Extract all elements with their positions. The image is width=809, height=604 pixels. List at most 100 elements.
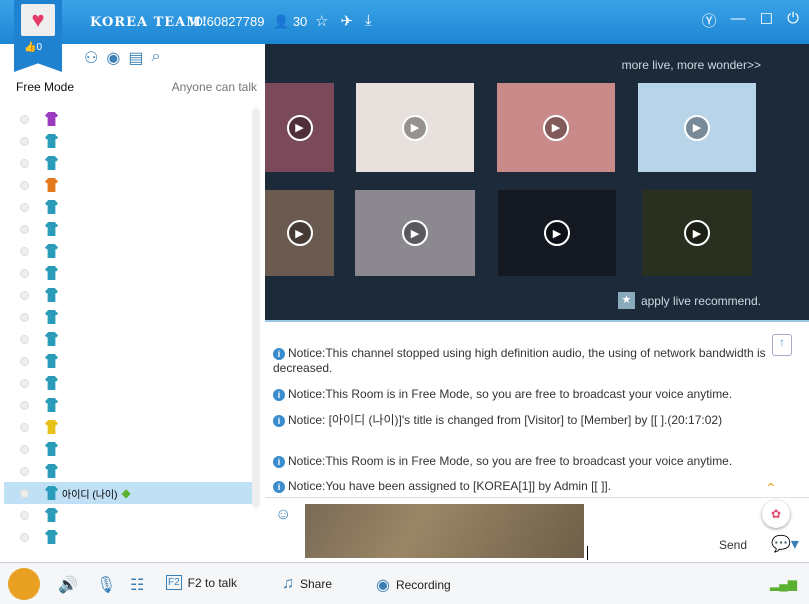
user-list-item[interactable]	[4, 328, 252, 350]
live-thumbnail[interactable]: ▶	[642, 190, 752, 276]
user-count: 👤 30	[273, 14, 308, 29]
user-list-item[interactable]	[4, 262, 252, 284]
message-input[interactable]: ☺ ✿ Send 💬▾	[265, 497, 809, 562]
title-bar: KOREA TEAM! ID 60827789 👤 30 ☆ ✈ ⤓ Ⓨ — ☐…	[0, 0, 809, 44]
user-list-item[interactable]	[4, 416, 252, 438]
live-thumbnail[interactable]: ▶	[497, 83, 615, 172]
user-list-item[interactable]	[4, 108, 252, 130]
user-list-item[interactable]	[4, 130, 252, 152]
play-icon: ▶	[402, 220, 428, 246]
member-shirt-icon	[45, 178, 58, 192]
member-shirt-icon	[45, 486, 58, 500]
user-list-item[interactable]	[4, 306, 252, 328]
emoji-font-icon[interactable]: ☺	[275, 506, 291, 524]
user-name: 아이디 (나이)	[62, 489, 118, 501]
user-list-item[interactable]	[4, 240, 252, 262]
minimize-button[interactable]: —	[731, 10, 746, 31]
vip-badge-icon: ◆	[121, 486, 131, 500]
notes-icon[interactable]: ▤	[128, 48, 143, 68]
play-icon: ▶	[286, 220, 313, 246]
likes-count[interactable]: 👍0	[24, 42, 42, 53]
yy-menu-icon[interactable]: Ⓨ	[702, 10, 717, 31]
member-shirt-icon	[45, 244, 58, 258]
status-dot	[20, 312, 29, 322]
member-shirt-icon	[45, 134, 58, 148]
member-shirt-icon	[45, 266, 58, 280]
live-thumbnail[interactable]: ▶	[355, 190, 475, 276]
user-list-scrollbar[interactable]	[252, 108, 260, 508]
airplane-icon[interactable]: ✈	[340, 12, 353, 30]
text-cursor	[587, 546, 588, 560]
user-list-item[interactable]	[4, 152, 252, 174]
user-list-item[interactable]	[4, 284, 252, 306]
live-thumbnail[interactable]: ▶	[265, 190, 334, 276]
chat-message: i Notice:This Room is in Free Mode, so yo…	[273, 387, 778, 402]
info-icon: i	[273, 481, 285, 493]
user-list-item[interactable]	[4, 504, 252, 526]
flower-gift-icon[interactable]: ✿	[762, 500, 790, 528]
share-button[interactable]: ♫ Share	[282, 575, 332, 593]
send-button[interactable]: Send	[719, 538, 747, 552]
member-shirt-icon	[45, 310, 58, 324]
heart-icon: ♥	[21, 4, 55, 36]
f2-to-talk-button[interactable]: F2 F2 to talk	[166, 575, 237, 590]
user-list-item[interactable]	[4, 196, 252, 218]
user-list-item[interactable]	[4, 438, 252, 460]
recording-button[interactable]: ◉ Recording	[376, 575, 451, 595]
maximize-button[interactable]: ☐	[760, 10, 773, 31]
user-list-item[interactable]: 아이디 (나이) ◆	[4, 482, 252, 504]
download-icon[interactable]: ⤓	[365, 12, 372, 30]
status-dot	[20, 444, 29, 454]
play-icon: ▶	[286, 114, 313, 141]
music-note-icon: ♫	[282, 575, 294, 592]
member-shirt-icon	[45, 376, 58, 390]
avatar[interactable]	[8, 568, 40, 600]
live-thumbnail[interactable]: ▶	[498, 190, 616, 276]
status-dot	[20, 114, 29, 124]
speaker-icon[interactable]: 🔊	[58, 575, 78, 595]
user-list-item[interactable]	[4, 460, 252, 482]
location-icon[interactable]: ◉	[106, 48, 120, 68]
user-manage-icon[interactable]: ⚇	[84, 48, 98, 68]
user-list-item[interactable]	[4, 372, 252, 394]
status-dot	[20, 400, 29, 410]
power-button[interactable]: ⏻	[787, 10, 799, 31]
signal-strength-icon: ▂▄▆	[770, 577, 797, 591]
user-list-item[interactable]	[4, 174, 252, 196]
status-dot	[20, 488, 29, 498]
more-live-link[interactable]: more live, more wonder>>	[622, 58, 761, 72]
apply-live-recommend[interactable]: ★ apply live recommend.	[617, 292, 761, 309]
status-dot	[20, 136, 29, 146]
live-thumbnail[interactable]: ▶	[265, 83, 334, 172]
live-thumbnail[interactable]: ▶	[356, 83, 474, 172]
user-list-item[interactable]	[4, 218, 252, 240]
favorite-star-icon[interactable]: ☆	[315, 12, 328, 30]
user-panel: ⚇ ◉ ▤ ⌕ Free Mode Anyone can talk 아이디 (나…	[0, 44, 265, 562]
user-list-item[interactable]	[4, 526, 252, 548]
equalizer-icon[interactable]: ☷	[130, 575, 144, 595]
collapse-up-icon[interactable]: ⌃	[765, 480, 777, 497]
scroll-top-button[interactable]: ↑	[772, 334, 792, 356]
member-shirt-icon	[45, 200, 58, 214]
channel-logo[interactable]: ♥ 👍0	[14, 0, 62, 72]
talk-policy: Anyone can talk	[171, 80, 257, 94]
status-dot	[20, 202, 29, 212]
status-dot	[20, 158, 29, 168]
star-icon: ★	[617, 292, 635, 309]
live-recommend-panel: more live, more wonder>> ▶ ▶ ▶ ▶ ▶ ▶ ▶ ▶…	[265, 44, 809, 320]
record-icon: ◉	[376, 577, 390, 594]
user-list: 아이디 (나이) ◆	[4, 108, 252, 548]
chat-bubble-icon[interactable]: 💬▾	[771, 534, 799, 554]
bottom-toolbar: 🔊 🎙 ☷ F2 F2 to talk ♫ Share ◉ Recording ▂▄▆	[0, 562, 809, 604]
member-shirt-icon	[45, 420, 58, 434]
info-icon: i	[273, 415, 285, 427]
search-icon[interactable]: ⌕	[151, 48, 160, 68]
f2-key-icon: F2	[166, 575, 182, 590]
user-list-item[interactable]	[4, 350, 252, 372]
live-thumbnail[interactable]: ▶	[638, 83, 756, 172]
status-dot	[20, 356, 29, 366]
status-dot	[20, 378, 29, 388]
member-shirt-icon	[45, 332, 58, 346]
microphone-icon[interactable]: 🎙	[96, 575, 116, 595]
user-list-item[interactable]	[4, 394, 252, 416]
